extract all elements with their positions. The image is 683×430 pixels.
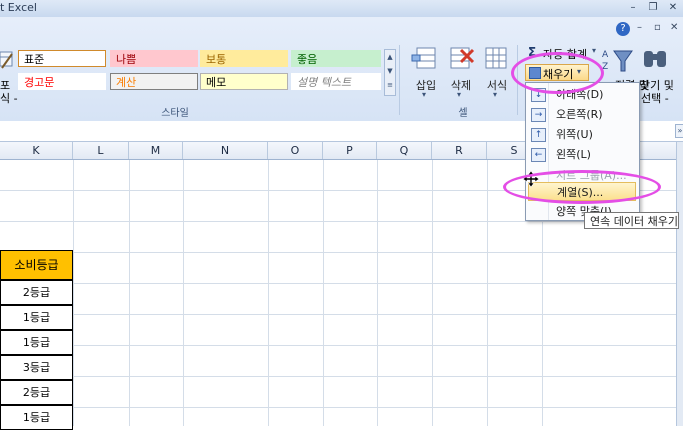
find-select-icon[interactable] [640,45,672,75]
fill-menu-item-2[interactable]: → 오른쪽(R) [528,105,636,124]
table-cell[interactable]: 2등급 [0,380,73,405]
table-cell[interactable]: 1등급 [0,405,73,430]
grid-row-line [0,283,676,284]
grid-column-line [432,159,433,426]
column-header-p[interactable]: P [323,142,377,159]
grid-column-line [129,159,130,426]
grid-row-line [0,252,676,253]
column-header-m[interactable]: M [129,142,183,159]
delete-dropdown-icon[interactable]: ▾ [457,90,461,99]
fill-menu-item-label: 오른쪽(R) [556,108,603,121]
column-header-k[interactable]: K [0,142,73,159]
format-cells-icon[interactable] [482,46,510,72]
cell-style-1[interactable]: 표준 [18,50,106,67]
grid-column-line [323,159,324,426]
ribbon-restore-button[interactable]: ▫ [654,22,661,33]
fill-direction-icon: ↑ [531,128,546,142]
window-title: t Excel [0,1,37,14]
fill-menu-item-4[interactable]: ← 왼쪽(L) [528,145,636,164]
highlight-ring-fill [511,52,604,94]
column-header-n[interactable]: N [183,142,268,159]
insert-dropdown-icon[interactable]: ▾ [422,90,426,99]
fill-direction-icon: → [531,108,546,122]
grid-row-line [0,314,676,315]
grid-column-line [377,159,378,426]
format-button-line2: 식 - [0,92,18,105]
fill-menu-item-label: 위쪽(U) [556,128,593,141]
table-cell[interactable]: 2등급 [0,280,73,305]
autosum-dropdown-icon[interactable]: ▾ [592,46,596,55]
close-button[interactable]: ✕ [664,1,682,15]
ribbon-close-button[interactable]: ✕ [670,22,678,33]
sort-filter-icon[interactable]: AZ [602,45,634,75]
highlight-ring-series [503,170,661,204]
gallery-scroll[interactable]: ▲ ▼ ≡ [384,49,396,96]
grid-row-line [0,407,676,408]
fill-direction-icon: ← [531,148,546,162]
cell-style-3[interactable]: 보통 [200,50,288,67]
styles-group-label: 스타일 [161,108,189,119]
tooltip: 연속 데이터 채우기 [584,212,679,229]
maximize-button[interactable]: ❐ [644,1,662,15]
cell-style-4[interactable]: 좋음 [291,50,381,67]
grid-row-line [0,345,676,346]
column-header-o[interactable]: O [268,142,323,159]
find-select-sublabel[interactable]: 선택 - [641,90,669,106]
group-separator [399,45,400,115]
table-cell[interactable]: 1등급 [0,305,73,330]
fill-menu-item-label: 왼쪽(L) [556,148,591,161]
grid-row-line [0,376,676,377]
table-cell[interactable]: 1등급 [0,330,73,355]
ribbon-minimize-button[interactable]: – [637,22,642,33]
format-dropdown-icon[interactable]: ▾ [493,90,497,99]
column-header-l[interactable]: L [73,142,129,159]
grid-column-line [487,159,488,426]
grid-column-line [73,159,74,426]
column-header-r[interactable]: R [432,142,487,159]
svg-text:A: A [602,50,609,60]
table-cell[interactable]: 3등급 [0,355,73,380]
grid-column-line [268,159,269,426]
delete-cells-icon[interactable] [447,46,475,72]
grid-row-line [0,221,676,222]
title-bar: t Excel – ❐ ✕ [0,0,683,18]
cell-style-5[interactable]: 경고문 [18,73,106,90]
grid-column-line [183,159,184,426]
help-icon[interactable]: ? [616,22,630,36]
fill-menu-item-3[interactable]: ↑ 위쪽(U) [528,125,636,144]
column-header-q[interactable]: Q [377,142,432,159]
cell-style-6[interactable]: 계산 [110,73,198,90]
cell-style-2[interactable]: 나쁨 [110,50,198,67]
expand-formula-bar-icon[interactable]: » [675,124,683,138]
vertical-scrollbar[interactable] [676,142,683,426]
format-as-table-icon[interactable] [0,48,14,76]
table-header-cell[interactable]: 소비등급 [0,250,73,280]
cell-style-7[interactable]: 메모 [200,73,288,90]
cells-group-label: 셀 [458,108,468,119]
insert-cells-icon[interactable] [411,46,439,72]
cell-style-8[interactable]: 설명 텍스트 [291,73,381,90]
minimize-button[interactable]: – [624,1,642,15]
